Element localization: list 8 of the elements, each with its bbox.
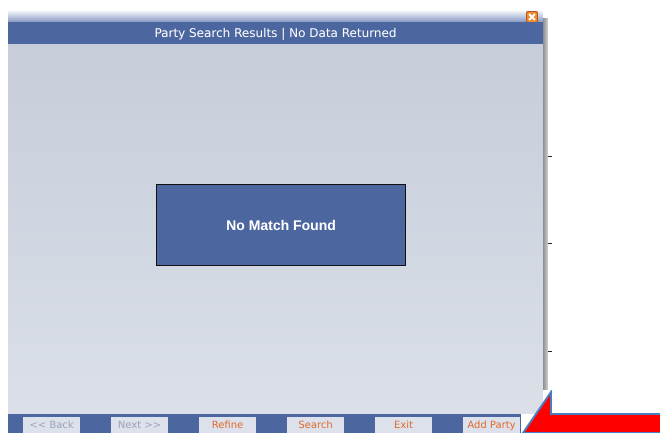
close-button[interactable] bbox=[526, 11, 538, 23]
action-button[interactable]: Search bbox=[287, 417, 344, 433]
action-button[interactable]: Add Party bbox=[463, 417, 520, 433]
window-title: Party Search Results | No Data Returned bbox=[154, 26, 397, 40]
close-icon bbox=[527, 12, 537, 22]
message-text: No Match Found bbox=[226, 217, 336, 233]
action-button[interactable]: Exit bbox=[375, 417, 432, 433]
action-button[interactable]: Refine bbox=[199, 417, 256, 433]
